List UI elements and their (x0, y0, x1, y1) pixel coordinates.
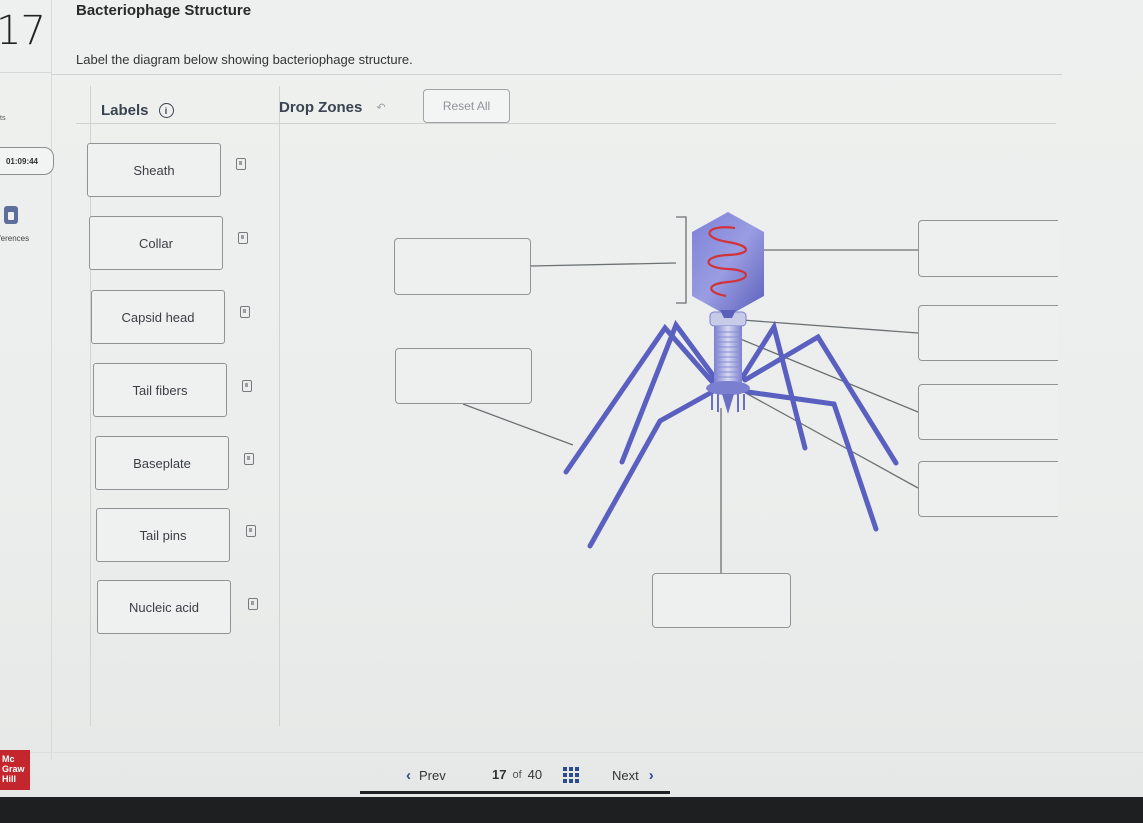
current-page: 17 (492, 767, 507, 782)
chevron-left-icon: ‹ (406, 767, 411, 784)
monitor-bezel (0, 797, 1143, 823)
logo-line: Graw (2, 764, 25, 774)
drop-zone-right-1[interactable] (918, 220, 1058, 277)
tail-fiber (619, 319, 718, 465)
question-grid-icon[interactable] (563, 767, 579, 783)
drop-zone-right-3[interactable] (918, 384, 1058, 440)
drop-zone-left-lower[interactable] (395, 348, 532, 404)
drop-zone-bottom[interactable] (652, 573, 791, 628)
screen: 17 ts 01:09:44 eferences Bacteriophage S… (0, 0, 1143, 800)
prev-button[interactable]: ‹ Prev (406, 767, 446, 784)
chevron-right-icon: › (648, 767, 654, 784)
leader-line-collar (741, 319, 919, 334)
leader-line-fibers (462, 403, 574, 446)
page-indicator: 17 of 40 (492, 767, 542, 782)
sheath (714, 326, 742, 384)
baseplate (706, 381, 750, 395)
tail-fiber (739, 320, 808, 451)
drop-zone-left-upper[interactable] (394, 238, 531, 295)
tail-fiber (745, 389, 879, 532)
prev-label: Prev (419, 768, 446, 783)
mcgraw-hill-logo: Mc Graw Hill (0, 750, 30, 790)
logo-line: Hill (2, 774, 17, 784)
of-label: of (512, 768, 522, 781)
logo-line: Mc (2, 754, 15, 764)
question-navigation: ‹ Prev 17 of 40 Next › (360, 764, 670, 794)
total-pages: 40 (527, 767, 543, 782)
footer-divider (0, 752, 1143, 753)
leader-line-baseplate (743, 391, 919, 489)
drop-zone-right-2[interactable] (918, 305, 1058, 361)
leader-line-capsid (530, 262, 677, 267)
tail-tube (722, 394, 734, 414)
tail-fiber (587, 389, 715, 549)
drop-zone-right-4[interactable] (918, 461, 1058, 517)
next-label: Next (612, 768, 639, 783)
next-button[interactable]: Next › (612, 767, 654, 784)
capsid-bracket (676, 216, 687, 304)
